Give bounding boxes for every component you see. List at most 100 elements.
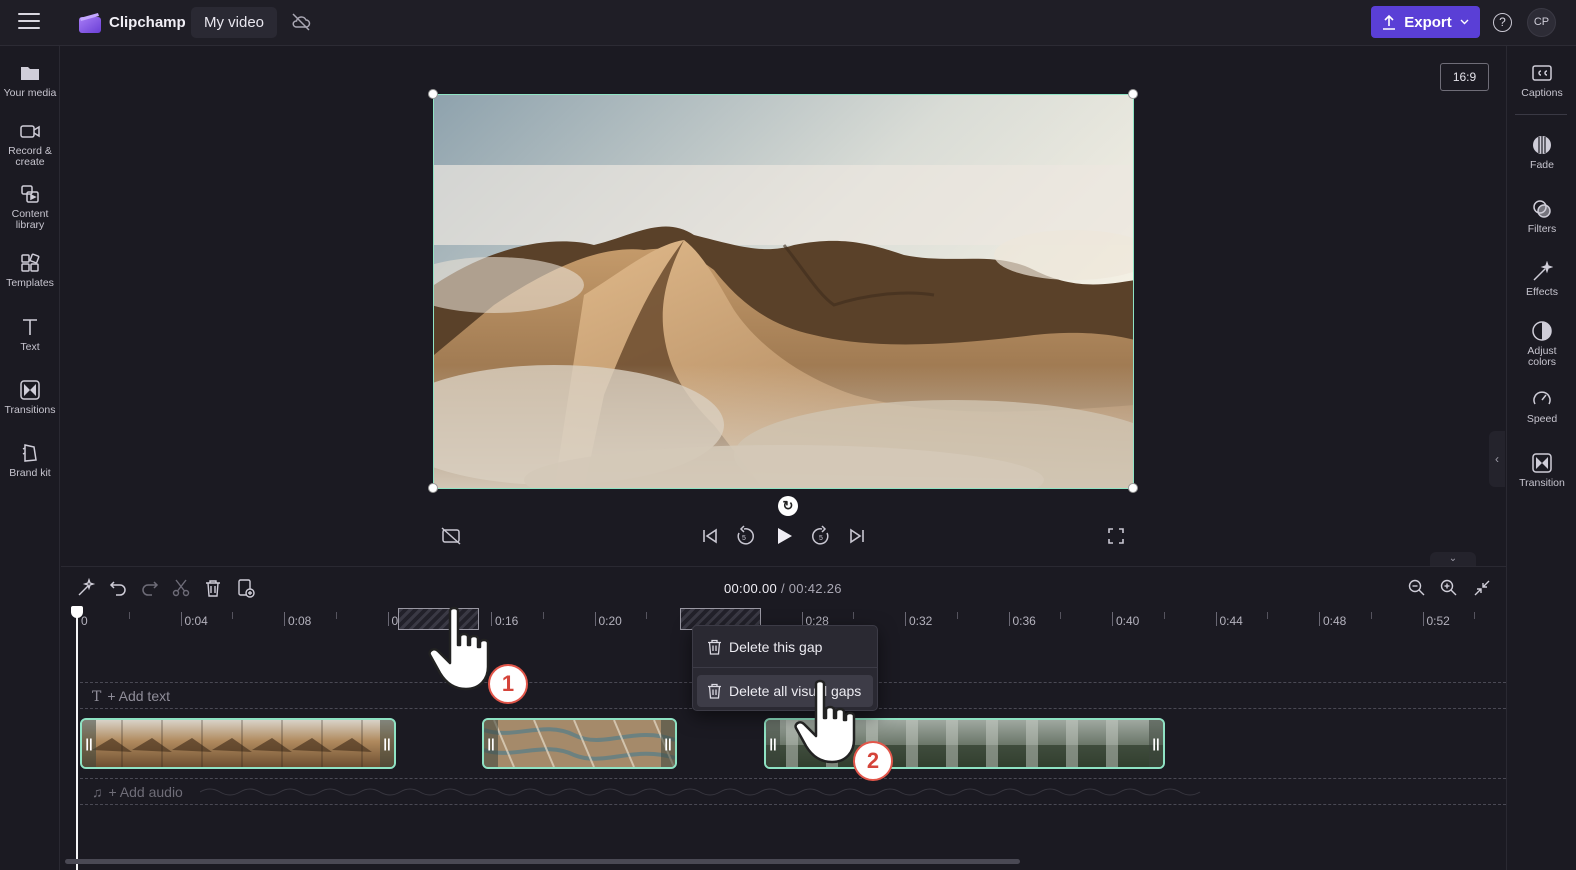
redo-icon[interactable] — [140, 578, 160, 598]
sidebar-item-filters[interactable]: Filters — [1507, 198, 1576, 235]
top-bar: Clipchamp My video Export ? CP — [0, 0, 1576, 46]
video-clip-1[interactable]: || || — [80, 718, 396, 769]
resize-handle-top-left[interactable] — [428, 89, 438, 99]
ruler-tick-label: 0:36 — [1012, 614, 1036, 628]
export-button[interactable]: Export — [1371, 6, 1480, 38]
trim-handle-right[interactable]: || — [380, 720, 394, 767]
trim-handle-right[interactable]: || — [1149, 720, 1163, 767]
sidebar-item-label: Captions — [1521, 87, 1563, 99]
playhead[interactable] — [76, 612, 78, 870]
clipchamp-logo-icon — [79, 13, 101, 33]
ruler-minor-tick — [1370, 612, 1372, 619]
trim-handle-left[interactable]: || — [766, 720, 780, 767]
ruler-tick — [180, 612, 182, 626]
transition-icon — [1532, 453, 1552, 473]
help-icon[interactable]: ? — [1493, 13, 1512, 32]
add-text-track[interactable]: T + Add text — [92, 688, 170, 705]
ruler-minor-tick — [542, 612, 544, 619]
avatar[interactable]: CP — [1527, 8, 1556, 37]
sidebar-item-transitions[interactable]: Transitions — [0, 379, 60, 416]
sidebar-item-content-library[interactable]: Content library — [0, 183, 60, 231]
timeline-scrollbar[interactable] — [65, 859, 1020, 864]
playhead-handle[interactable] — [71, 606, 83, 618]
sidebar-item-captions[interactable]: Captions — [1507, 62, 1576, 99]
skip-to-start-icon[interactable] — [699, 525, 721, 547]
menu-icon[interactable] — [18, 13, 40, 31]
split-icon[interactable] — [171, 578, 191, 598]
sidebar-item-label: Fade — [1530, 159, 1554, 171]
menu-item-label: Delete this gap — [729, 639, 823, 655]
video-preview[interactable] — [433, 94, 1134, 489]
clip-thumbnails — [484, 720, 675, 767]
left-sidebar: Your media Record & create Content libra… — [0, 46, 60, 870]
trim-handle-left[interactable]: || — [484, 720, 498, 767]
add-to-clip-icon[interactable] — [236, 578, 256, 598]
time-separator: / — [780, 581, 785, 596]
ruler-tick-label: 0:04 — [184, 614, 208, 628]
delete-this-gap-menu-item[interactable]: Delete this gap — [697, 631, 873, 663]
desert-dunes-image — [434, 95, 1133, 488]
captions-icon — [1532, 65, 1552, 81]
ruler-tick — [284, 612, 285, 626]
trim-handle-left[interactable]: || — [82, 720, 96, 767]
skip-to-end-icon[interactable] — [846, 525, 868, 547]
sidebar-item-label: Speed — [1526, 413, 1558, 425]
sidebar-item-label: Content library — [11, 208, 49, 231]
resize-handle-top-right[interactable] — [1128, 89, 1138, 99]
play-icon[interactable] — [773, 525, 795, 547]
video-title-field[interactable]: My video — [191, 7, 278, 38]
folder-icon — [21, 67, 39, 80]
rewind-5-icon[interactable]: 5 — [734, 525, 756, 547]
filters-icon — [1533, 200, 1551, 218]
expand-right-panel-button[interactable]: ‹ — [1489, 431, 1505, 487]
sidebar-item-effects[interactable]: Effects — [1507, 261, 1576, 298]
fade-icon — [1533, 136, 1551, 154]
ruler-tick-label: 0:52 — [1426, 614, 1450, 628]
sidebar-item-record-create[interactable]: Record & create — [0, 120, 60, 168]
ruler-tick — [1215, 612, 1217, 626]
sidebar-item-text[interactable]: Text — [0, 316, 60, 353]
rotate-handle-icon[interactable]: ↻ — [778, 496, 798, 516]
sidebar-item-templates[interactable]: Templates — [0, 252, 60, 289]
zoom-out-icon[interactable] — [1407, 578, 1427, 598]
ruler-minor-tick — [1267, 612, 1269, 619]
sidebar-item-transition[interactable]: Transition — [1507, 452, 1576, 489]
ruler-minor-tick — [1163, 612, 1165, 619]
video-clip-2[interactable]: || || — [482, 718, 677, 769]
trim-handle-right[interactable]: || — [661, 720, 675, 767]
sidebar-item-brand-kit[interactable]: Brand kit — [0, 442, 60, 479]
ruler-tick — [905, 612, 906, 626]
resize-handle-bottom-left[interactable] — [428, 483, 438, 493]
effects-icon — [1533, 261, 1553, 281]
ruler-tick-label: 0:08 — [288, 614, 312, 628]
fit-timeline-icon[interactable] — [1472, 578, 1492, 598]
text-icon — [23, 319, 37, 335]
ruler-tick-label: 0:32 — [909, 614, 933, 628]
fullscreen-icon[interactable] — [1105, 525, 1127, 547]
ruler-tick-label: 0:44 — [1219, 614, 1243, 628]
forward-5-icon[interactable]: 5 — [810, 525, 832, 547]
trash-icon — [708, 683, 721, 699]
collapse-preview-button[interactable]: ⌄ — [1430, 552, 1476, 566]
sidebar-item-speed[interactable]: Speed — [1507, 388, 1576, 425]
svg-text:5: 5 — [742, 535, 746, 542]
sidebar-item-label: Effects — [1526, 286, 1558, 298]
ruler-minor-tick — [335, 612, 337, 619]
ruler-minor-tick — [853, 612, 855, 619]
resize-handle-bottom-right[interactable] — [1128, 483, 1138, 493]
sidebar-item-fade[interactable]: Fade — [1507, 134, 1576, 171]
time-display: 00:00.00 / 00:42.26 — [724, 581, 842, 596]
divider — [1515, 114, 1567, 115]
ruler-minor-tick — [1060, 612, 1062, 619]
sidebar-item-label: Transitions — [4, 404, 56, 416]
sidebar-item-adjust-colors[interactable]: Adjust colors — [1507, 320, 1576, 368]
zoom-in-icon[interactable] — [1439, 578, 1459, 598]
magic-icon[interactable] — [76, 578, 96, 598]
hide-preview-icon[interactable] — [440, 525, 462, 547]
add-audio-track[interactable]: ♫ + Add audio — [92, 784, 183, 800]
clip-thumbnails — [82, 720, 394, 767]
sidebar-item-your-media[interactable]: Your media — [0, 62, 60, 99]
undo-icon[interactable] — [108, 578, 128, 598]
aspect-ratio-button[interactable]: 16:9 — [1440, 63, 1489, 91]
delete-icon[interactable] — [203, 578, 223, 598]
